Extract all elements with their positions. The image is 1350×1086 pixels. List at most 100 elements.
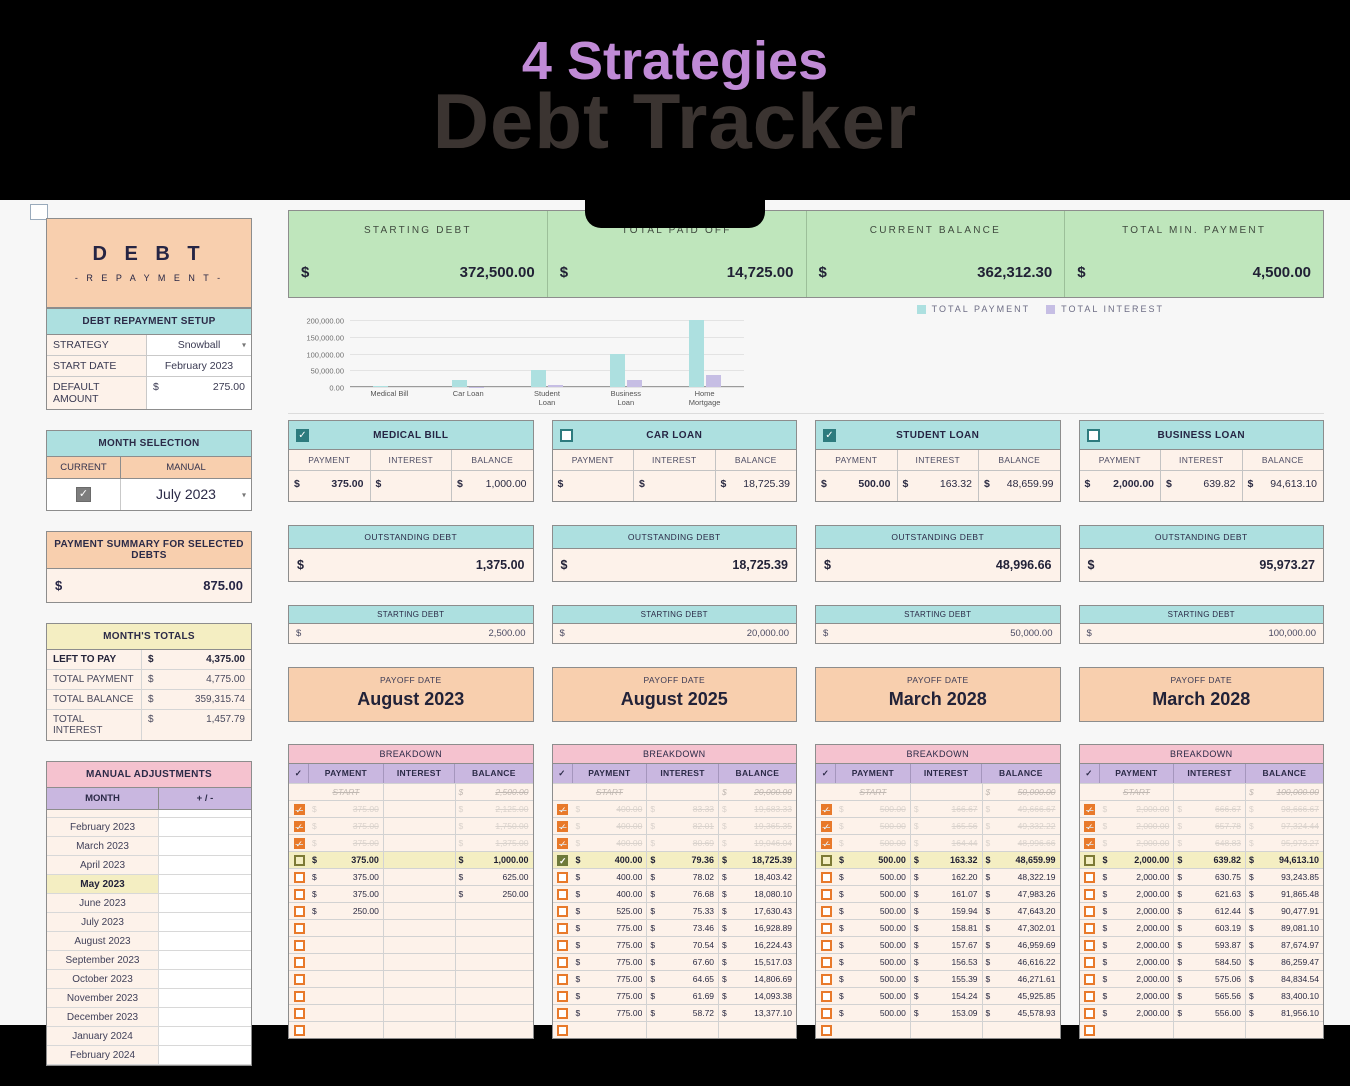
breakdown-check-cell[interactable] bbox=[816, 1022, 836, 1038]
breakdown-check-cell[interactable] bbox=[816, 920, 836, 936]
breakdown-check-cell[interactable] bbox=[289, 886, 309, 902]
row-checkbox[interactable] bbox=[557, 889, 568, 900]
adjustment-value[interactable] bbox=[159, 1027, 251, 1045]
adjustment-value[interactable] bbox=[159, 989, 251, 1007]
row-checkbox[interactable] bbox=[557, 940, 568, 951]
breakdown-check-cell[interactable] bbox=[1080, 869, 1100, 885]
adjustment-value[interactable] bbox=[159, 1046, 251, 1064]
row-checkbox[interactable]: ✓ bbox=[557, 855, 568, 866]
breakdown-check-cell[interactable] bbox=[816, 784, 836, 800]
row-checkbox[interactable] bbox=[557, 957, 568, 968]
row-checkbox[interactable] bbox=[557, 974, 568, 985]
breakdown-check-cell[interactable] bbox=[1080, 903, 1100, 919]
adjustment-value[interactable] bbox=[159, 818, 251, 836]
breakdown-check-cell[interactable] bbox=[816, 937, 836, 953]
row-checkbox[interactable] bbox=[821, 957, 832, 968]
breakdown-check-cell[interactable] bbox=[553, 1005, 573, 1021]
breakdown-check-cell[interactable] bbox=[553, 903, 573, 919]
breakdown-check-cell[interactable] bbox=[1080, 988, 1100, 1004]
row-checkbox[interactable] bbox=[557, 991, 568, 1002]
breakdown-check-cell[interactable]: ✓ bbox=[289, 801, 309, 817]
debt-select-checkbox[interactable]: ✓ bbox=[823, 429, 836, 442]
breakdown-check-cell[interactable] bbox=[289, 869, 309, 885]
adjustment-value[interactable] bbox=[159, 810, 251, 817]
breakdown-check-cell[interactable]: ✓ bbox=[816, 818, 836, 834]
row-checkbox[interactable] bbox=[821, 1025, 832, 1036]
breakdown-check-cell[interactable] bbox=[553, 954, 573, 970]
strategy-dropdown[interactable]: Snowball ▾ bbox=[147, 335, 251, 355]
adjustment-value[interactable] bbox=[159, 1008, 251, 1026]
row-checkbox[interactable] bbox=[1084, 957, 1095, 968]
breakdown-check-cell[interactable] bbox=[553, 971, 573, 987]
row-checkbox[interactable] bbox=[294, 940, 305, 951]
adjustment-value[interactable] bbox=[159, 837, 251, 855]
breakdown-check-cell[interactable] bbox=[816, 971, 836, 987]
current-month-checkbox-cell[interactable]: ✓ bbox=[47, 479, 121, 510]
breakdown-check-cell[interactable] bbox=[289, 971, 309, 987]
breakdown-check-cell[interactable] bbox=[1080, 852, 1100, 868]
row-checkbox[interactable] bbox=[294, 974, 305, 985]
breakdown-check-cell[interactable] bbox=[816, 988, 836, 1004]
manual-month-dropdown[interactable]: July 2023 ▾ bbox=[121, 479, 251, 510]
breakdown-check-cell[interactable] bbox=[1080, 920, 1100, 936]
breakdown-check-cell[interactable] bbox=[553, 937, 573, 953]
adjustment-value[interactable] bbox=[159, 932, 251, 950]
breakdown-check-cell[interactable] bbox=[289, 988, 309, 1004]
breakdown-check-cell[interactable] bbox=[1080, 1005, 1100, 1021]
debt-select-checkbox[interactable] bbox=[560, 429, 573, 442]
row-checkbox[interactable] bbox=[1084, 923, 1095, 934]
breakdown-check-cell[interactable]: ✓ bbox=[1080, 801, 1100, 817]
row-checkbox[interactable] bbox=[1084, 906, 1095, 917]
breakdown-check-cell[interactable] bbox=[289, 1022, 309, 1038]
adjustment-value[interactable] bbox=[159, 913, 251, 931]
start-date-value[interactable]: February 2023 bbox=[147, 356, 251, 376]
breakdown-check-cell[interactable] bbox=[1080, 886, 1100, 902]
row-checkbox[interactable] bbox=[821, 991, 832, 1002]
adjustment-value[interactable] bbox=[159, 951, 251, 969]
row-checkbox[interactable] bbox=[294, 855, 305, 866]
row-checkbox[interactable] bbox=[557, 872, 568, 883]
row-checkbox[interactable] bbox=[1084, 889, 1095, 900]
breakdown-check-cell[interactable] bbox=[553, 886, 573, 902]
row-checkbox[interactable] bbox=[557, 1008, 568, 1019]
debt-select-checkbox[interactable] bbox=[1087, 429, 1100, 442]
row-checkbox[interactable] bbox=[294, 991, 305, 1002]
breakdown-check-cell[interactable] bbox=[1080, 784, 1100, 800]
breakdown-check-cell[interactable] bbox=[1080, 954, 1100, 970]
breakdown-check-cell[interactable] bbox=[816, 903, 836, 919]
row-checkbox[interactable] bbox=[557, 1025, 568, 1036]
breakdown-check-cell[interactable]: ✓ bbox=[1080, 835, 1100, 851]
row-checkbox[interactable] bbox=[1084, 991, 1095, 1002]
breakdown-check-cell[interactable] bbox=[816, 869, 836, 885]
adjustment-value[interactable] bbox=[159, 894, 251, 912]
breakdown-check-cell[interactable] bbox=[553, 920, 573, 936]
row-checkbox[interactable] bbox=[294, 889, 305, 900]
row-checkbox[interactable] bbox=[1084, 872, 1095, 883]
row-checkbox[interactable] bbox=[821, 906, 832, 917]
breakdown-check-cell[interactable] bbox=[289, 784, 309, 800]
breakdown-check-cell[interactable] bbox=[289, 852, 309, 868]
row-checkbox[interactable] bbox=[1084, 1008, 1095, 1019]
breakdown-check-cell[interactable]: ✓ bbox=[553, 852, 573, 868]
breakdown-check-cell[interactable]: ✓ bbox=[289, 818, 309, 834]
row-checkbox[interactable] bbox=[821, 923, 832, 934]
breakdown-check-cell[interactable] bbox=[816, 954, 836, 970]
breakdown-check-cell[interactable]: ✓ bbox=[816, 801, 836, 817]
default-amount-value[interactable]: $ 275.00 bbox=[147, 377, 251, 409]
breakdown-check-cell[interactable] bbox=[816, 1005, 836, 1021]
breakdown-check-cell[interactable]: ✓ bbox=[816, 835, 836, 851]
row-checkbox[interactable] bbox=[821, 872, 832, 883]
breakdown-check-cell[interactable] bbox=[1080, 971, 1100, 987]
breakdown-check-cell[interactable] bbox=[553, 988, 573, 1004]
breakdown-check-cell[interactable] bbox=[816, 886, 836, 902]
row-checkbox[interactable] bbox=[557, 923, 568, 934]
row-checkbox[interactable] bbox=[557, 906, 568, 917]
row-checkbox[interactable] bbox=[294, 923, 305, 934]
row-checkbox[interactable] bbox=[1084, 974, 1095, 985]
breakdown-check-cell[interactable] bbox=[289, 937, 309, 953]
adjustment-value[interactable] bbox=[159, 856, 251, 874]
breakdown-check-cell[interactable]: ✓ bbox=[553, 801, 573, 817]
breakdown-check-cell[interactable] bbox=[1080, 937, 1100, 953]
breakdown-check-cell[interactable] bbox=[816, 852, 836, 868]
row-checkbox[interactable] bbox=[821, 974, 832, 985]
